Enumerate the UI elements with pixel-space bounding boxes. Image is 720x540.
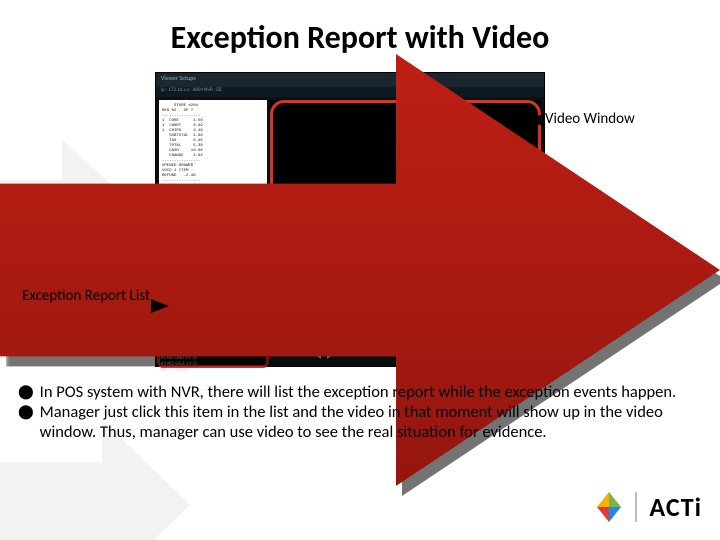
app-address-bar: ip : 172.16.x.x : 8804 NVR : DE (156, 87, 544, 97)
bullet-icon: ⬤ (18, 402, 34, 442)
acti-logo-text: ACTi (649, 491, 702, 523)
slide: Exception Report with Video Viewer Setup… (0, 0, 720, 540)
bullet-icon: ⬤ (18, 382, 34, 402)
menubar-text: Viewer Setups (161, 74, 196, 86)
bullet-text: In POS system with NVR, there will list … (40, 382, 677, 402)
logo-divider (635, 492, 637, 522)
callout-arrow-icon (527, 113, 545, 127)
bullet-item: ⬤ Manager just click this item in the li… (18, 402, 702, 442)
bullet-item: ⬤ In POS system with NVR, there will lis… (18, 382, 702, 402)
app-menubar: Viewer Setups (156, 73, 544, 87)
callout-arrow-icon (151, 299, 169, 313)
callout-exception-list-text: Exception Report List (22, 287, 150, 305)
bullet-text: Manager just click this item in the list… (40, 402, 702, 442)
slide-title: Exception Report with Video (0, 18, 720, 57)
bullet-list: ⬤ In POS system with NVR, there will lis… (18, 382, 702, 442)
callout-exception-list: Exception Report List (10, 287, 150, 305)
address-text: ip : 172.16.x.x : 8804 NVR : DE (161, 87, 222, 93)
acti-logo: ACTi (589, 488, 702, 526)
acti-logo-icon (589, 490, 629, 524)
callout-video-window-text: Video Window (545, 110, 635, 128)
callout-video-window: Video Window (545, 110, 635, 128)
